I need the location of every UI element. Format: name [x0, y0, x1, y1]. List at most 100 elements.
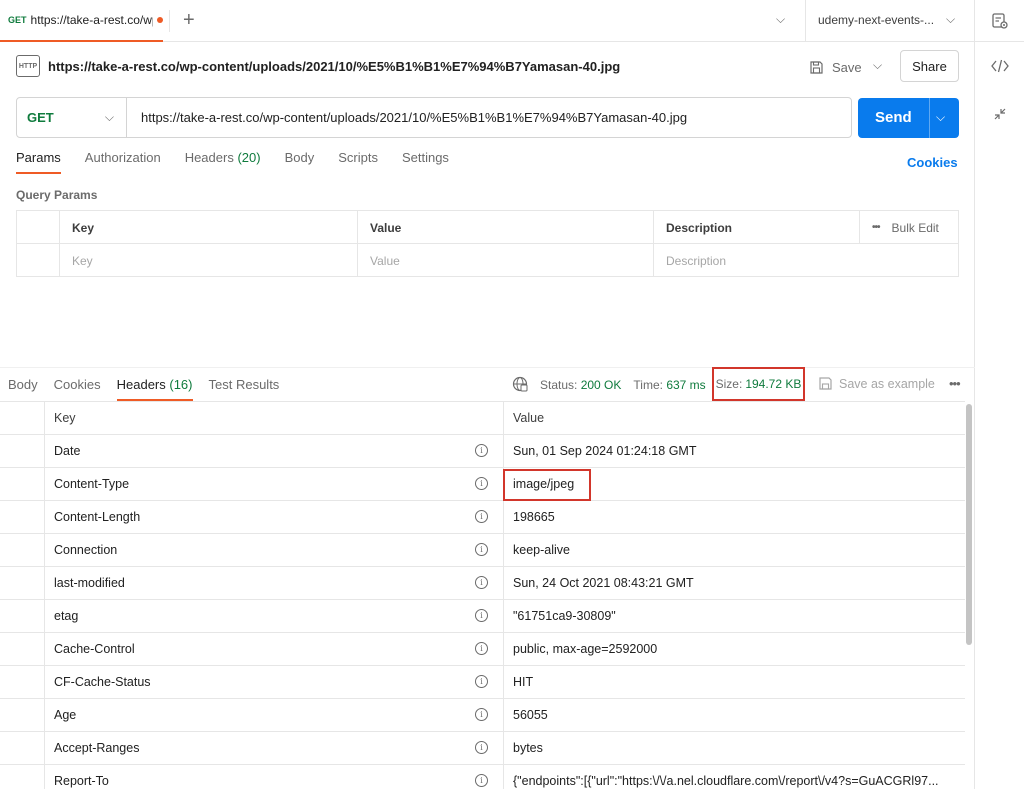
new-tab-plus-icon[interactable]: +	[183, 8, 195, 32]
row-spacer-cell	[0, 468, 45, 501]
more-options-icon: •••	[872, 222, 880, 233]
status-value: 200 OK	[580, 378, 622, 392]
info-icon[interactable]: i	[475, 642, 488, 655]
header-key: Age	[54, 708, 77, 722]
info-icon[interactable]: i	[475, 774, 488, 787]
info-icon[interactable]: i	[475, 609, 488, 622]
tab-headers[interactable]: Headers (20)	[185, 150, 261, 174]
save-button[interactable]: Save	[809, 56, 862, 78]
response-tab-test-results[interactable]: Test Results	[209, 377, 280, 401]
size-info-highlight[interactable]: Size: 194.72 KB	[712, 367, 805, 401]
tab-settings[interactable]: Settings	[402, 150, 449, 174]
info-icon[interactable]: i	[475, 708, 488, 721]
response-divider	[0, 367, 975, 368]
column-divider	[503, 600, 504, 633]
info-icon[interactable]: i	[475, 510, 488, 523]
table-row: Age i 56055	[0, 699, 965, 732]
params-key-header: Key	[59, 211, 357, 244]
row-spacer-cell	[0, 732, 45, 765]
header-key: Connection	[54, 543, 118, 557]
row-spacer-cell	[0, 435, 45, 468]
response-tab-headers[interactable]: Headers (16)	[116, 377, 193, 401]
params-value-header: Value	[357, 211, 653, 244]
bulk-edit-button[interactable]: ••• Bulk Edit	[859, 211, 958, 244]
headers-table-header: Key Value	[0, 402, 965, 435]
response-headers-count: (16)	[169, 377, 193, 392]
tab-params[interactable]: Params	[16, 150, 61, 174]
headers-key-column: Key	[54, 411, 76, 425]
tab-body[interactable]: Body	[285, 150, 315, 174]
info-icon[interactable]: i	[475, 444, 488, 457]
network-globe-icon[interactable]	[512, 376, 528, 392]
row-spacer-cell	[0, 765, 45, 789]
column-divider	[503, 402, 504, 435]
method-select[interactable]: GET ⌵	[17, 98, 127, 137]
tab-list-chevron-down-icon[interactable]: ⌵	[776, 12, 785, 27]
bulk-edit-label: Bulk Edit	[891, 220, 939, 235]
request-title[interactable]: https://take-a-rest.co/wp-content/upload…	[48, 59, 620, 74]
environment-selector[interactable]: udemy-next-events-...	[818, 13, 934, 27]
info-icon[interactable]: i	[475, 477, 488, 490]
tab-authorization[interactable]: Authorization	[85, 150, 161, 174]
column-divider	[503, 534, 504, 567]
save-options-chevron-down-icon[interactable]: ⌵	[873, 58, 882, 73]
table-row: etag i "61751ca9-30809"	[0, 600, 965, 633]
header-key: Content-Length	[54, 510, 141, 524]
url-bar: GET ⌵ https://take-a-rest.co/wp-content/…	[16, 97, 852, 138]
table-row: Connection i keep-alive	[0, 534, 965, 567]
response-tab-cookies[interactable]: Cookies	[54, 377, 101, 401]
send-divider	[929, 98, 930, 138]
response-tabs: Body Cookies Headers (16) Test Results	[8, 377, 295, 401]
response-more-options-icon[interactable]: •••	[949, 376, 961, 391]
column-divider	[503, 732, 504, 765]
environment-chevron-down-icon[interactable]: ⌵	[946, 12, 955, 27]
url-input[interactable]: https://take-a-rest.co/wp-content/upload…	[141, 110, 687, 125]
save-as-example-button[interactable]: Save as example	[818, 376, 935, 391]
row-spacer-cell	[0, 501, 45, 534]
header-key: last-modified	[54, 576, 125, 590]
collapse-icon[interactable]	[990, 104, 1010, 124]
send-label: Send	[875, 109, 912, 126]
status-info[interactable]: Status: 200 OK	[540, 378, 621, 392]
send-options-chevron-down-icon[interactable]: ⌵	[936, 110, 945, 125]
table-row: Report-To i {"endpoints":[{"url":"https:…	[0, 765, 965, 789]
http-request-icon: HTTP	[16, 55, 40, 77]
share-button[interactable]: Share	[900, 50, 959, 82]
time-info[interactable]: Time: 637 ms	[633, 378, 705, 392]
param-description-input[interactable]: Description	[653, 244, 958, 277]
params-header-row: Key Value Description ••• Bulk Edit	[17, 211, 958, 244]
content-type-highlight	[503, 469, 591, 501]
response-meta: Status: 200 OK Time: 637 ms	[540, 378, 706, 392]
scrollbar-thumb[interactable]	[966, 404, 972, 645]
table-row: Accept-Ranges i bytes	[0, 732, 965, 765]
send-button[interactable]: Send ⌵	[858, 98, 959, 138]
param-key-input[interactable]: Key	[59, 244, 357, 277]
row-spacer-cell	[0, 567, 45, 600]
header-key: CF-Cache-Status	[54, 675, 151, 689]
info-icon[interactable]: i	[475, 741, 488, 754]
headers-value-column: Value	[513, 411, 545, 425]
param-value-input[interactable]: Value	[357, 244, 653, 277]
header-value: "61751ca9-30809"	[513, 609, 616, 623]
unsaved-dot-icon	[157, 17, 163, 23]
code-snippet-icon[interactable]	[990, 56, 1010, 76]
info-icon[interactable]: i	[475, 543, 488, 556]
row-spacer-cell	[0, 633, 45, 666]
table-row: Date i Sun, 01 Sep 2024 01:24:18 GMT	[0, 435, 965, 468]
header-spacer-cell	[0, 402, 45, 435]
cookies-link[interactable]: Cookies	[907, 155, 958, 170]
header-key: Content-Type	[54, 477, 130, 491]
header-key: etag	[54, 609, 79, 623]
environment-quick-look[interactable]	[975, 0, 1024, 42]
request-tabs: Params Authorization Headers (20) Body S…	[16, 150, 473, 174]
info-icon[interactable]: i	[475, 576, 488, 589]
info-icon[interactable]: i	[475, 675, 488, 688]
tab-scripts[interactable]: Scripts	[338, 150, 378, 174]
response-tab-body[interactable]: Body	[8, 377, 38, 401]
header-value: Sun, 01 Sep 2024 01:24:18 GMT	[513, 444, 697, 458]
request-tab[interactable]: GET https://take-a-rest.co/wp-content/up…	[0, 0, 163, 42]
row-spacer-cell	[0, 666, 45, 699]
row-spacer-cell	[0, 534, 45, 567]
header-value: HIT	[513, 675, 534, 689]
header-value: {"endpoints":[{"url":"https:\/\/a.nel.cl…	[513, 774, 939, 788]
